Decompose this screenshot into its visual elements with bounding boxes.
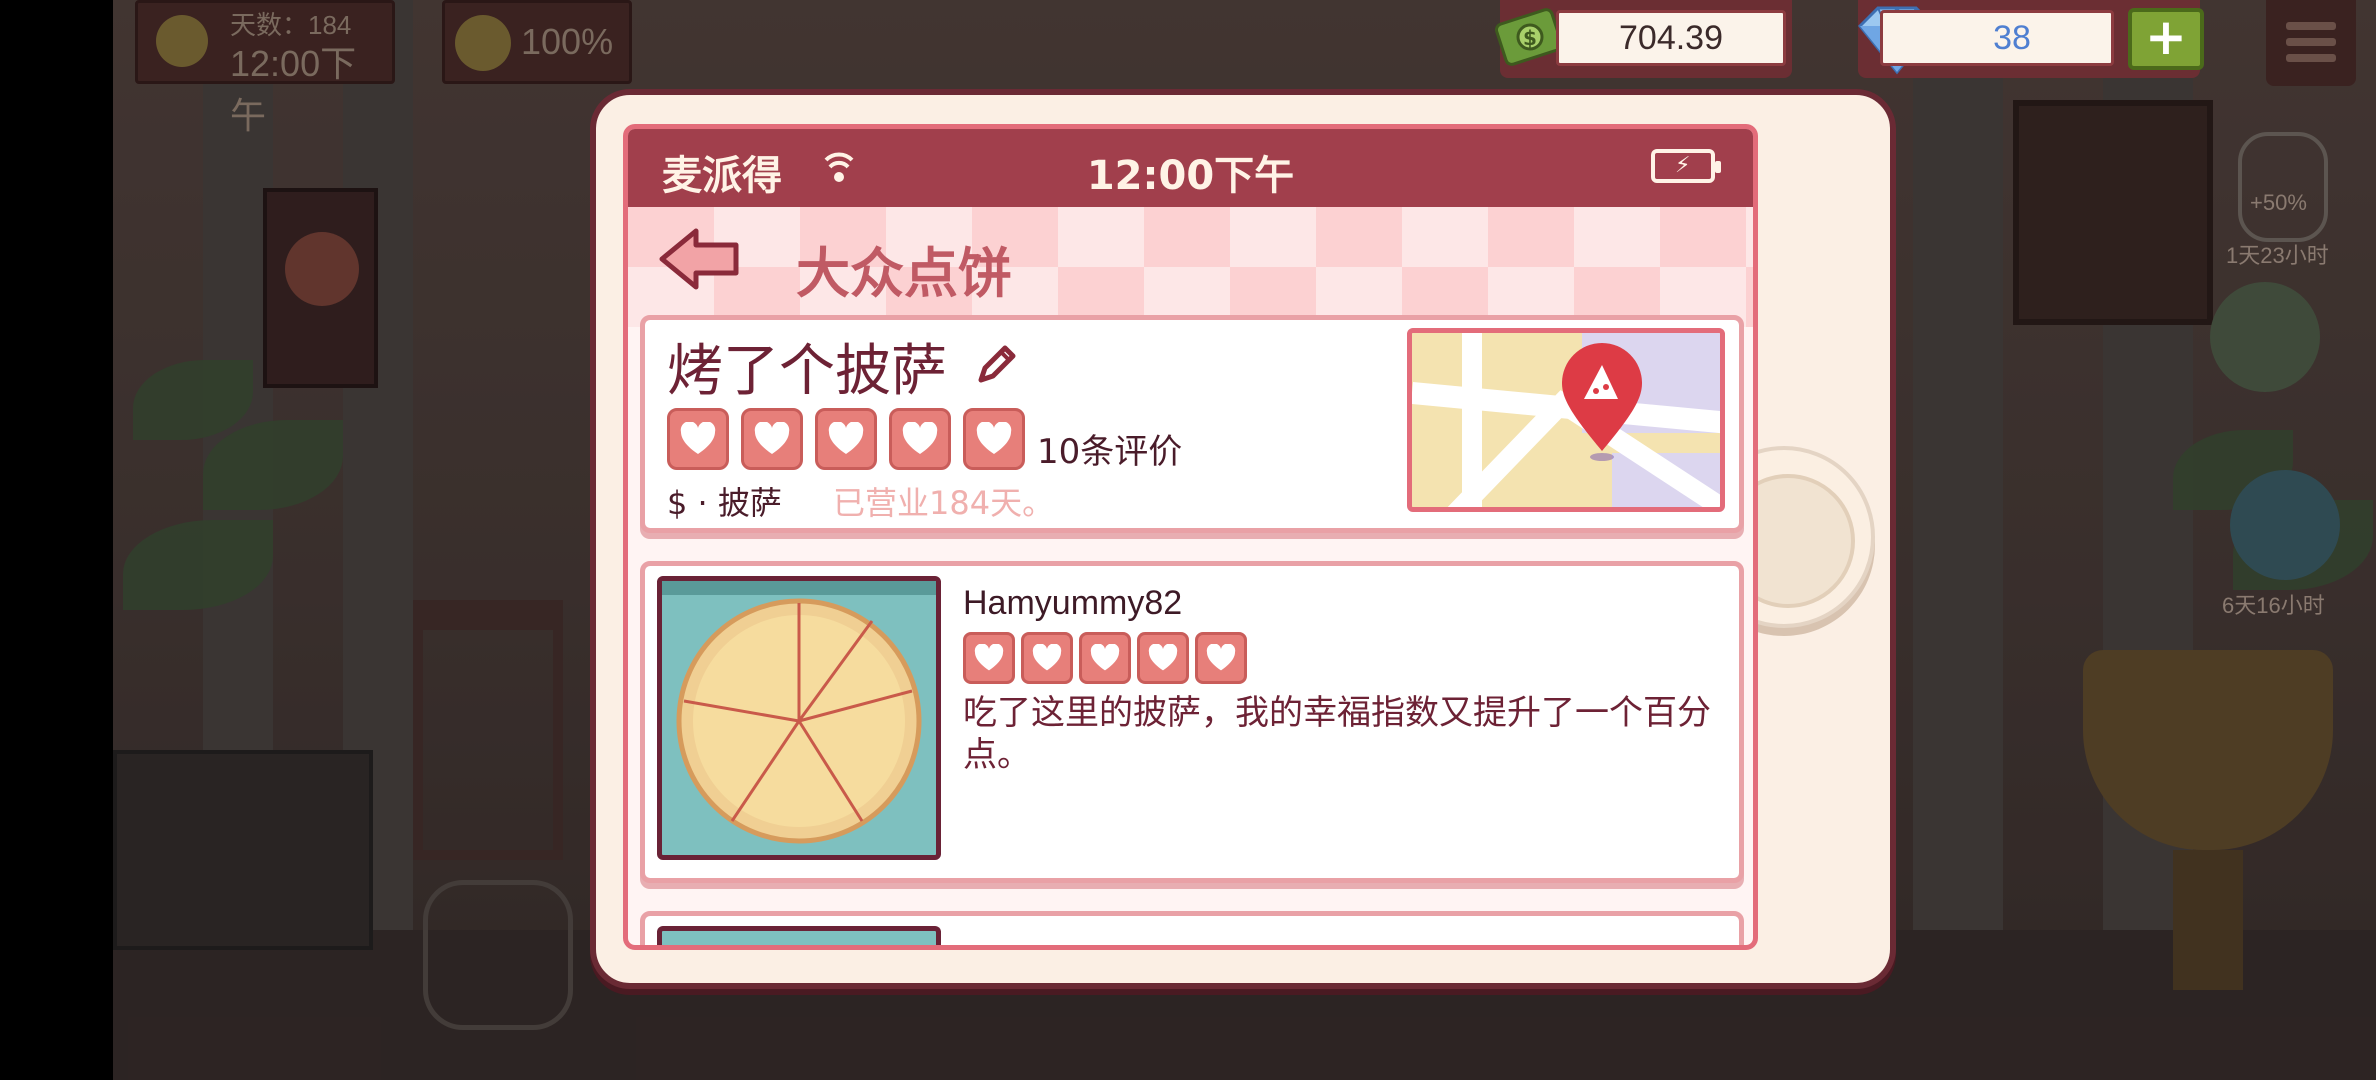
menu-icon (2286, 22, 2336, 30)
review-count[interactable]: 10条评价 (1037, 424, 1182, 473)
menu-icon-bar (2286, 38, 2336, 46)
heart-icon (889, 408, 951, 470)
heart-icon (1137, 632, 1189, 684)
map-thumbnail[interactable] (1407, 328, 1725, 512)
pencil-icon (978, 345, 1016, 383)
boost-badge: +50% (2250, 190, 2307, 215)
heart-icon (1195, 632, 1247, 684)
mood-percent: 100% (521, 21, 614, 62)
earth-item[interactable] (2230, 470, 2340, 580)
heart-icon (963, 408, 1025, 470)
review-card: Hamyummy82 吃了这里的披萨，我的幸福指数又提升了一个百分点。 (640, 561, 1744, 883)
review-rating (963, 632, 1247, 684)
back-button[interactable] (658, 227, 742, 291)
page-title: 大众点饼 (796, 242, 1012, 305)
boost-timer: 1天23小时 (2226, 243, 2329, 268)
sun-icon (156, 15, 208, 67)
edit-name-button[interactable] (973, 342, 1019, 388)
add-gems-button[interactable]: + (2128, 8, 2204, 70)
menu-button[interactable] (2266, 0, 2356, 86)
phone-screen: 麦派得 12:00下午 ⚡ 大众点饼 烤了个披萨 10条评价 $ · 披萨 已营… (623, 124, 1758, 950)
price-category: $ · 披萨 (667, 484, 782, 522)
heart-icon (1021, 632, 1073, 684)
shop-rating (667, 408, 1025, 470)
money-display: 704.39 (1556, 10, 1786, 66)
open-days: 已营业184天。 (833, 484, 1055, 522)
mood-panel[interactable]: 100% (442, 0, 632, 84)
gem-display: 38 (1880, 10, 2114, 66)
clock-display: 12:00下午 (230, 43, 357, 136)
back-arrow-icon (659, 228, 739, 290)
review-card-next (640, 911, 1744, 945)
shop-name: 烤了个披萨 (667, 339, 947, 404)
review-photo[interactable] (657, 576, 941, 860)
herb-item[interactable] (2210, 282, 2320, 392)
pizza-icon (662, 581, 936, 844)
heart-icon (963, 632, 1015, 684)
review-photo[interactable] (657, 926, 941, 945)
heart-icon (741, 408, 803, 470)
heart-icon (1079, 632, 1131, 684)
earth-timer: 6天16小时 (2222, 593, 2325, 618)
svg-text:$: $ (1523, 26, 1537, 50)
smiley-icon (455, 15, 511, 71)
heart-icon (815, 408, 877, 470)
jar-boost-item[interactable] (2238, 132, 2328, 242)
heart-icon (667, 408, 729, 470)
shop-card: 烤了个披萨 10条评价 $ · 披萨 已营业184天。 (640, 315, 1744, 533)
status-bar: 麦派得 12:00下午 ⚡ (628, 129, 1753, 207)
status-time: 12:00下午 (1086, 153, 1295, 199)
review-username: Hamyummy82 (963, 584, 1183, 622)
review-text: 吃了这里的披萨，我的幸福指数又提升了一个百分点。 (963, 693, 1711, 775)
day-panel[interactable]: 天数：184 12:00下午 (135, 0, 395, 136)
menu-icon-bar (2286, 54, 2336, 62)
battery-icon: ⚡ (1651, 149, 1721, 183)
